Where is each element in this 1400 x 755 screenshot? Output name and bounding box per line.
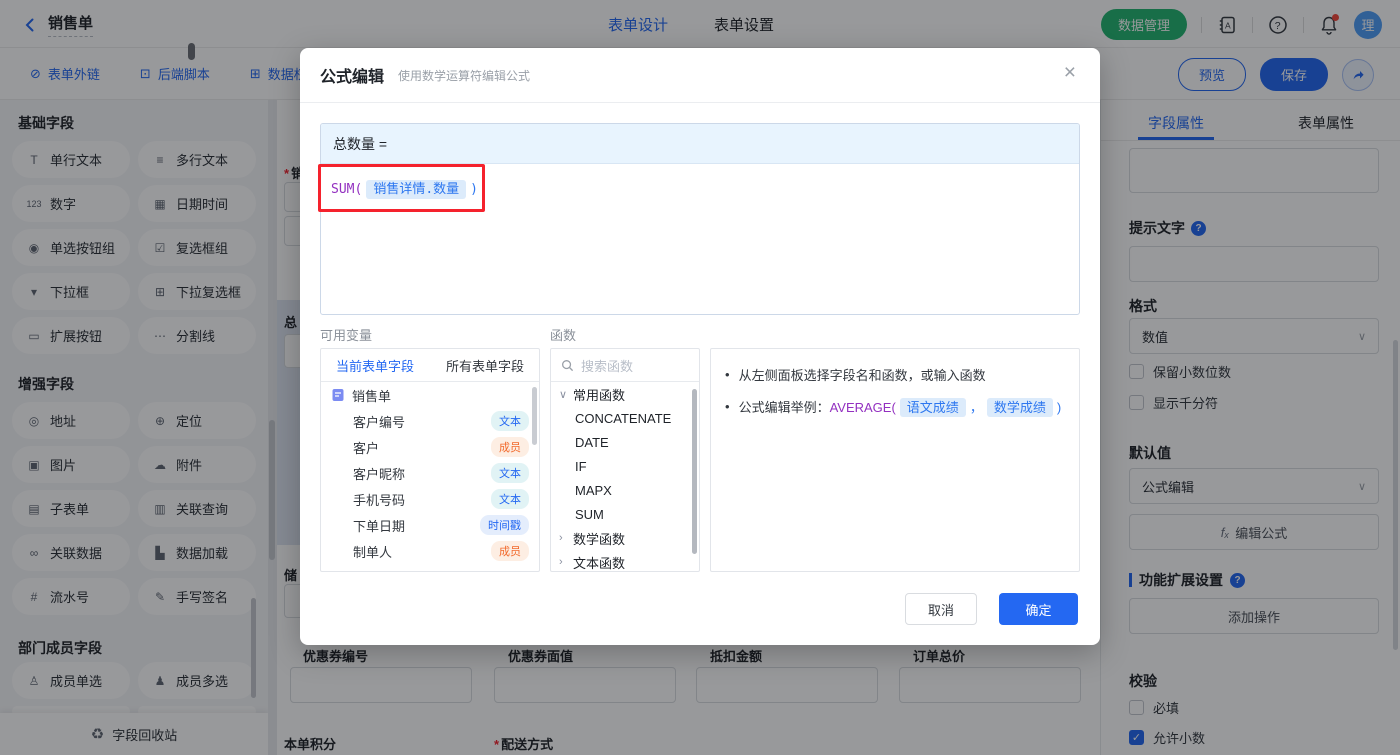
variable-row[interactable]: 下单日期时间戳 [321, 512, 539, 538]
help-line-2: 公式编辑举例：AVERAGE(语文成绩，数学成绩) [739, 397, 1062, 416]
cancel-button[interactable]: 取消 [905, 593, 977, 625]
chevron-right-icon: › [559, 556, 573, 568]
example-function-name: AVERAGE( [830, 400, 896, 415]
close-icon[interactable]: × [1064, 62, 1076, 83]
type-badge: 文本 [491, 411, 529, 431]
function-item[interactable]: IF [551, 454, 699, 478]
functions-scrollbar[interactable] [692, 389, 697, 554]
example-token-2: 数学成绩 [987, 398, 1053, 417]
function-group-common[interactable]: ∨常用函数 [551, 382, 699, 406]
function-search-input[interactable]: 搜索函数 [551, 349, 699, 382]
chevron-right-icon: › [559, 532, 573, 544]
variable-row[interactable]: 客户成员 [321, 434, 539, 460]
function-item[interactable]: CONCATENATE [551, 406, 699, 430]
formula-function-name: SUM( [331, 182, 362, 197]
type-badge: 成员 [491, 541, 529, 561]
help-line-1: 从左侧面板选择字段名和函数，或输入函数 [739, 365, 986, 384]
function-item[interactable]: MAPX [551, 478, 699, 502]
type-badge: 文本 [491, 463, 529, 483]
formula-target: 总数量 = [321, 124, 1079, 164]
tab-current-form-fields[interactable]: 当前表单字段 [336, 356, 414, 375]
variable-row[interactable]: 手机号码文本 [321, 486, 539, 512]
functions-panel: 搜索函数 ∨常用函数 CONCATENATE DATE IF MAPX SUM … [550, 348, 700, 572]
page: 销售单 表单设计 表单设置 数据管理 A ? 理 [0, 0, 1400, 755]
function-group-text[interactable]: ›文本函数 [551, 550, 699, 572]
formula-editor[interactable]: 总数量 = SUM( 销售详情.数量) [320, 123, 1080, 315]
confirm-button[interactable]: 确定 [999, 593, 1078, 625]
variables-label: 可用变量 [320, 325, 372, 344]
function-item[interactable]: SUM [551, 502, 699, 526]
type-badge: 文本 [491, 489, 529, 509]
form-doc-icon [331, 388, 345, 402]
chevron-down-icon: ∨ [559, 388, 573, 401]
search-icon [561, 359, 574, 372]
tab-all-form-fields[interactable]: 所有表单字段 [446, 356, 524, 375]
formula-close-paren: ) [470, 182, 478, 197]
type-badge: 时间戳 [480, 515, 529, 535]
variable-row[interactable]: 客户编号文本 [321, 408, 539, 434]
modal-header: 公式编辑 使用数学运算符编辑公式 × [300, 48, 1100, 103]
function-item[interactable]: DATE [551, 430, 699, 454]
functions-label: 函数 [550, 325, 576, 344]
example-token-1: 语文成绩 [900, 398, 966, 417]
type-badge: 成员 [491, 437, 529, 457]
formula-field-token[interactable]: 销售详情.数量 [366, 180, 466, 199]
formula-expression[interactable]: SUM( 销售详情.数量) [321, 164, 1079, 211]
variables-scrollbar[interactable] [532, 387, 537, 445]
modal-title: 公式编辑 [320, 63, 384, 87]
variables-panel: 当前表单字段 所有表单字段 销售单 客户编号文本 客户成员 客户昵称文本 手机号… [320, 348, 540, 572]
search-placeholder: 搜索函数 [581, 356, 633, 375]
modal-subtitle: 使用数学运算符编辑公式 [398, 67, 530, 84]
variable-row[interactable]: 制单人成员 [321, 538, 539, 564]
function-group-math[interactable]: ›数学函数 [551, 526, 699, 550]
tree-root-row[interactable]: 销售单 [321, 382, 539, 408]
tree-root-label: 销售单 [352, 386, 391, 405]
help-panel: •从左侧面板选择字段名和函数，或输入函数 • 公式编辑举例：AVERAGE(语文… [710, 348, 1080, 572]
formula-edit-modal: 公式编辑 使用数学运算符编辑公式 × 总数量 = SUM( 销售详情.数量) 可用… [300, 48, 1100, 645]
variable-row[interactable]: 客户昵称文本 [321, 460, 539, 486]
